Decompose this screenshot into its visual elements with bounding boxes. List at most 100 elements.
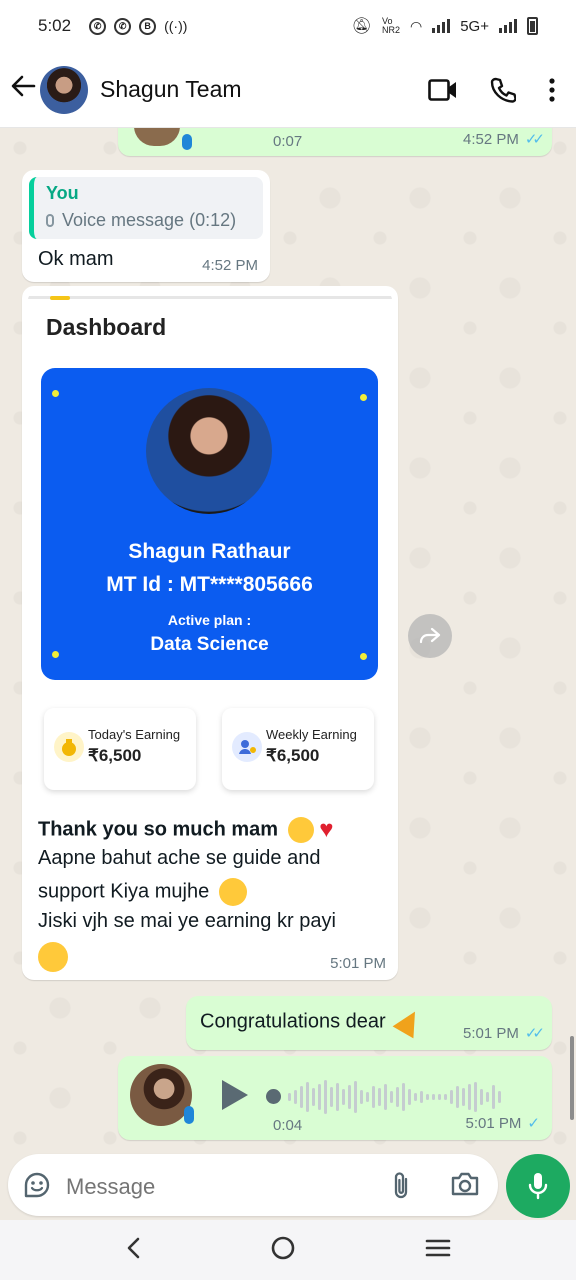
waveform-bar bbox=[456, 1086, 459, 1108]
waveform-bar bbox=[330, 1087, 333, 1107]
battery-icon bbox=[527, 17, 538, 35]
waveform-bar bbox=[318, 1084, 321, 1110]
mute-icon: 🔕︎ bbox=[351, 18, 372, 35]
read-ticks-icon: ✓✓ bbox=[524, 1025, 545, 1042]
voice-message-bubble[interactable]: 0:04 5:01 PM ✓ bbox=[118, 1056, 552, 1140]
waveform-bar bbox=[288, 1093, 291, 1101]
system-nav-bar bbox=[0, 1220, 576, 1280]
nav-recents-icon[interactable] bbox=[425, 1238, 451, 1263]
earning-icon bbox=[232, 732, 262, 762]
message-input[interactable] bbox=[66, 1174, 366, 1200]
voice-thumbnail bbox=[130, 1064, 192, 1126]
message-time: 4:52 PM bbox=[202, 257, 258, 274]
chat-area[interactable]: 0:07 4:52 PM ✓✓ You Voice message (0:12)… bbox=[0, 128, 576, 1150]
waveform-bar bbox=[348, 1085, 351, 1109]
waveform-bar bbox=[486, 1092, 489, 1102]
mic-icon bbox=[182, 134, 192, 150]
message-time: 5:01 PM bbox=[330, 955, 386, 972]
sticker-icon[interactable] bbox=[22, 1170, 52, 1205]
nav-back-icon[interactable] bbox=[125, 1237, 141, 1264]
chat-header: Shagun Team bbox=[0, 52, 576, 128]
camera-icon[interactable] bbox=[450, 1171, 480, 1202]
card-name: Shagun Rathaur bbox=[128, 540, 291, 563]
waveform-bar bbox=[432, 1094, 435, 1100]
contact-name[interactable]: Shagun Team bbox=[100, 76, 242, 103]
quoted-message[interactable]: You Voice message (0:12) bbox=[29, 177, 263, 239]
incoming-image-message[interactable]: Dashboard Shagun Rathaur MT Id : MT****8… bbox=[22, 286, 398, 980]
waveform-bar bbox=[480, 1089, 483, 1105]
plan-value: Data Science bbox=[150, 634, 269, 655]
voice-message-bubble[interactable]: 0:07 4:52 PM ✓✓ bbox=[118, 128, 552, 156]
money-bag-icon bbox=[54, 732, 84, 762]
waveform-bar bbox=[324, 1080, 327, 1114]
waveform-bar bbox=[354, 1081, 357, 1113]
caption-line-4: Jiski vjh se mai ye earning kr payi bbox=[38, 910, 336, 932]
waveform-bar bbox=[294, 1090, 297, 1104]
back-arrow-icon[interactable] bbox=[10, 73, 40, 107]
smiling-emoji-icon bbox=[218, 878, 247, 906]
waveform-bar bbox=[396, 1087, 399, 1107]
smiling-emoji-icon bbox=[38, 942, 68, 972]
composer bbox=[0, 1150, 576, 1220]
waveform-bar bbox=[438, 1094, 441, 1100]
waveform-bar bbox=[300, 1086, 303, 1108]
waveform-bar bbox=[414, 1093, 417, 1101]
b-notification-icon: B bbox=[139, 17, 157, 35]
seek-handle[interactable] bbox=[266, 1089, 281, 1104]
weekly-earning-value: ₹6,500 bbox=[266, 746, 320, 765]
caption-line-3: support Kiya mujhe bbox=[38, 880, 210, 903]
today-earning-card: Today's Earning ₹6,500 bbox=[44, 708, 196, 790]
message-time: 5:01 PM bbox=[462, 1024, 519, 1042]
network-type: 5G+ bbox=[460, 17, 489, 35]
message-time: 5:01 PM bbox=[465, 1114, 522, 1132]
caption-line-2: Aapne bahut ache se guide and bbox=[38, 847, 321, 869]
smiling-hearts-emoji-icon bbox=[287, 817, 314, 843]
scrollbar[interactable] bbox=[570, 1036, 574, 1120]
waveform-bar bbox=[378, 1088, 381, 1106]
card-id: MT Id : MT****805666 bbox=[106, 573, 313, 596]
today-earning-value: ₹6,500 bbox=[88, 746, 142, 765]
weekly-earning-card: Weekly Earning ₹6,500 bbox=[222, 708, 374, 790]
waveform-bar bbox=[384, 1084, 387, 1110]
attach-icon[interactable] bbox=[390, 1170, 412, 1205]
status-bar: 5:02 ✆ ✆ B ((·)) 🔕︎ Vo NR2 ◠ 5G+ bbox=[0, 0, 576, 52]
waveform-bar bbox=[306, 1082, 309, 1112]
voice-call-icon[interactable] bbox=[490, 77, 516, 103]
record-voice-button[interactable] bbox=[506, 1154, 570, 1218]
waveform-bar bbox=[420, 1091, 423, 1103]
waveform-bar bbox=[408, 1089, 411, 1105]
waveform-bar bbox=[444, 1094, 447, 1100]
voice-duration: 0:04 bbox=[273, 1117, 303, 1134]
forward-icon[interactable] bbox=[408, 614, 452, 658]
waveform-bar bbox=[390, 1091, 393, 1103]
waveform-bar bbox=[426, 1094, 429, 1100]
dashboard-screenshot[interactable]: Dashboard Shagun Rathaur MT Id : MT****8… bbox=[28, 292, 392, 804]
profile-card: Shagun Rathaur MT Id : MT****805666 Acti… bbox=[41, 368, 378, 680]
play-icon[interactable] bbox=[222, 1080, 248, 1110]
video-call-icon[interactable] bbox=[428, 78, 458, 101]
outgoing-text-message[interactable]: Congratulations dear 5:01 PM ✓✓ bbox=[186, 996, 552, 1050]
red-heart-emoji-icon: ♥ bbox=[319, 816, 334, 843]
signal-icon-2 bbox=[499, 19, 517, 33]
nav-home-icon[interactable] bbox=[270, 1235, 296, 1266]
signal-icon bbox=[432, 19, 451, 33]
more-options-icon[interactable] bbox=[548, 77, 556, 103]
waveform[interactable] bbox=[288, 1078, 528, 1116]
contact-avatar[interactable] bbox=[40, 65, 88, 114]
sent-tick-icon: ✓ bbox=[527, 1115, 540, 1132]
mic-icon bbox=[46, 214, 54, 227]
voice-duration: 0:07 bbox=[273, 133, 303, 150]
waveform-bar bbox=[492, 1085, 495, 1109]
waveform-bar bbox=[336, 1083, 339, 1111]
read-ticks-icon: ✓✓ bbox=[524, 131, 545, 148]
waveform-bar bbox=[462, 1088, 465, 1106]
dashboard-title: Dashboard bbox=[46, 314, 167, 340]
waveform-bar bbox=[468, 1084, 471, 1110]
waveform-bar bbox=[312, 1088, 315, 1106]
message-text: Ok mam bbox=[38, 248, 114, 270]
hotspot-icon: ((·)) bbox=[164, 18, 188, 34]
incoming-reply-message[interactable]: You Voice message (0:12) Ok mam 4:52 PM bbox=[22, 170, 270, 282]
waveform-bar bbox=[342, 1089, 345, 1105]
waveform-bar bbox=[360, 1090, 363, 1104]
message-input-container bbox=[8, 1154, 498, 1216]
